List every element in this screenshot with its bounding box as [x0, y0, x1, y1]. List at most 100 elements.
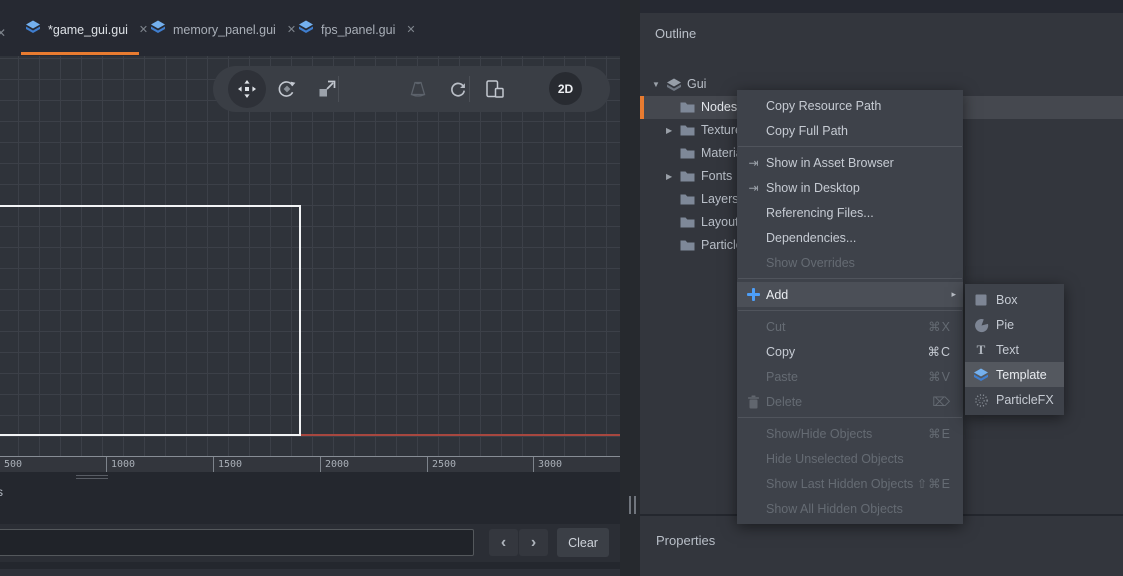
menu-item-shortcut: ⌘X — [928, 319, 951, 334]
context-menu: Copy Resource Path Copy Full Path ⇥ Show… — [737, 90, 963, 524]
submenu-item-box[interactable]: Box — [965, 287, 1064, 312]
menu-item-hide-unselected-objects: Hide Unselected Objects — [737, 446, 963, 471]
menu-item-shortcut: ⌘E — [928, 426, 951, 441]
tab-label: *game_gui.gui — [48, 23, 128, 37]
submenu-item-particlefx[interactable]: ParticleFX — [965, 387, 1064, 412]
menu-item-show-in-desktop[interactable]: ⇥ Show in Desktop — [737, 175, 963, 200]
menu-item-label: Add — [766, 288, 788, 302]
scene-canvas[interactable]: 2D Default ▼ — [0, 56, 620, 456]
folder-icon — [680, 170, 695, 186]
submenu-item-text[interactable]: T Text — [965, 337, 1064, 362]
particlefx-icon — [973, 392, 989, 408]
clipped-tab-close-icon[interactable]: ✕ — [0, 26, 6, 40]
selection-accent-bar — [640, 96, 644, 119]
outline-item-label: Fonts — [701, 169, 732, 183]
tab-arrow-icon: ⇥ — [745, 179, 762, 196]
tab-close-icon[interactable]: ✕ — [406, 23, 415, 36]
scale-tool-button[interactable] — [308, 70, 346, 108]
tab-label: fps_panel.gui — [321, 23, 395, 37]
clear-button-label: Clear — [568, 536, 598, 550]
reset-camera-button[interactable] — [439, 70, 477, 108]
tab-close-icon[interactable]: ✕ — [287, 23, 296, 36]
menu-item-label: Copy — [766, 345, 795, 359]
menu-item-dependencies[interactable]: Dependencies... — [737, 225, 963, 250]
2d-mode-label: 2D — [558, 82, 573, 96]
menu-separator — [738, 278, 962, 279]
menu-item-label: Hide Unselected Objects — [766, 452, 904, 466]
menu-item-referencing-files[interactable]: Referencing Files... — [737, 200, 963, 225]
folder-icon — [680, 239, 695, 255]
menu-item-cut: Cut ⌘X — [737, 314, 963, 339]
folder-icon — [680, 193, 695, 209]
chevron-expanded-icon[interactable]: ▼ — [652, 80, 660, 89]
menu-item-label: Dependencies... — [766, 231, 856, 245]
splitter-handle[interactable] — [76, 475, 108, 476]
menu-item-show-last-hidden-objects: Show Last Hidden Objects ⇧⌘E — [737, 471, 963, 496]
toolbar-divider — [469, 76, 470, 102]
menu-item-delete: Delete ⌦ — [737, 389, 963, 414]
menu-item-show-in-asset-browser[interactable]: ⇥ Show in Asset Browser — [737, 150, 963, 175]
folder-icon — [680, 216, 695, 232]
move-icon — [237, 79, 257, 99]
box-icon — [973, 292, 989, 308]
folder-icon — [680, 124, 695, 140]
perspective-camera-button[interactable] — [399, 70, 437, 108]
chevron-collapsed-icon[interactable]: ▶ — [666, 126, 672, 135]
menu-item-copy-resource-path[interactable]: Copy Resource Path — [737, 93, 963, 118]
tab-fps-panel[interactable]: fps_panel.gui ✕ — [298, 20, 416, 39]
menu-separator — [738, 417, 962, 418]
gui-bounds-rectangle — [0, 205, 301, 436]
add-submenu: Box Pie T Text Template ParticleFX — [965, 284, 1064, 415]
gui-file-icon — [25, 20, 41, 39]
outline-item-label: Layers — [701, 192, 739, 206]
menu-item-copy-full-path[interactable]: Copy Full Path — [737, 118, 963, 143]
submenu-item-label: ParticleFX — [996, 393, 1054, 407]
2d-mode-toggle[interactable]: 2D — [549, 72, 582, 105]
menu-item-label: Delete — [766, 395, 802, 409]
chevron-collapsed-icon[interactable]: ▶ — [666, 172, 672, 181]
tab-bar: ✕ *game_gui.gui ✕ memory_panel.gui ✕ fps… — [0, 0, 640, 56]
gui-scene-icon — [666, 78, 682, 95]
splitter-handle[interactable] — [76, 478, 108, 479]
tab-game-gui[interactable]: *game_gui.gui ✕ — [25, 20, 148, 39]
console-search-input[interactable] — [0, 529, 474, 556]
refresh-icon — [448, 79, 468, 99]
menu-item-label: Paste — [766, 370, 798, 384]
clear-button[interactable]: Clear — [557, 528, 609, 557]
submenu-item-template[interactable]: Template — [965, 362, 1064, 387]
menu-item-shortcut: ⌦ — [932, 394, 951, 409]
move-tool-button[interactable] — [228, 70, 266, 108]
rotate-tool-button[interactable] — [268, 70, 306, 108]
ruler-tick: 1000 — [106, 457, 135, 472]
tab-arrow-icon: ⇥ — [745, 154, 762, 171]
menu-item-label: Copy Full Path — [766, 124, 848, 138]
editor-window: ✕ *game_gui.gui ✕ memory_panel.gui ✕ fps… — [0, 0, 1123, 576]
menu-item-label: Copy Resource Path — [766, 99, 881, 113]
horizontal-ruler: 500 1000 1500 2000 2500 3000 — [0, 456, 620, 472]
tab-close-icon[interactable]: ✕ — [139, 23, 148, 36]
menu-item-show-overrides: Show Overrides — [737, 250, 963, 275]
tab-label: memory_panel.gui — [173, 23, 276, 37]
tab-memory-panel[interactable]: memory_panel.gui ✕ — [150, 20, 296, 39]
text-icon: T — [973, 342, 989, 358]
menu-item-label: Referencing Files... — [766, 206, 874, 220]
toolbar-divider — [338, 76, 339, 102]
outline-panel-title: Outline — [655, 26, 696, 41]
layout-device-button[interactable] — [479, 70, 511, 108]
submenu-item-label: Text — [996, 343, 1019, 357]
x-axis-line — [301, 434, 620, 436]
submenu-item-pie[interactable]: Pie — [965, 312, 1064, 337]
next-match-button[interactable]: › — [519, 529, 548, 556]
prev-match-button[interactable]: ‹ — [489, 529, 518, 556]
menu-item-copy[interactable]: Copy ⌘C — [737, 339, 963, 364]
menu-item-add[interactable]: Add ▸ — [737, 282, 963, 307]
console-panel: s ‹ › Clear — [0, 472, 620, 576]
template-icon — [973, 367, 989, 383]
menu-item-shortcut: ⌘C — [927, 344, 951, 359]
scale-icon — [317, 79, 337, 99]
vertical-splitter[interactable] — [620, 0, 640, 576]
ruler-tick: 2000 — [320, 457, 349, 472]
ruler-tick: 3000 — [533, 457, 562, 472]
scene-toolbar: 2D Default ▼ — [213, 66, 610, 112]
submenu-item-label: Box — [996, 293, 1018, 307]
